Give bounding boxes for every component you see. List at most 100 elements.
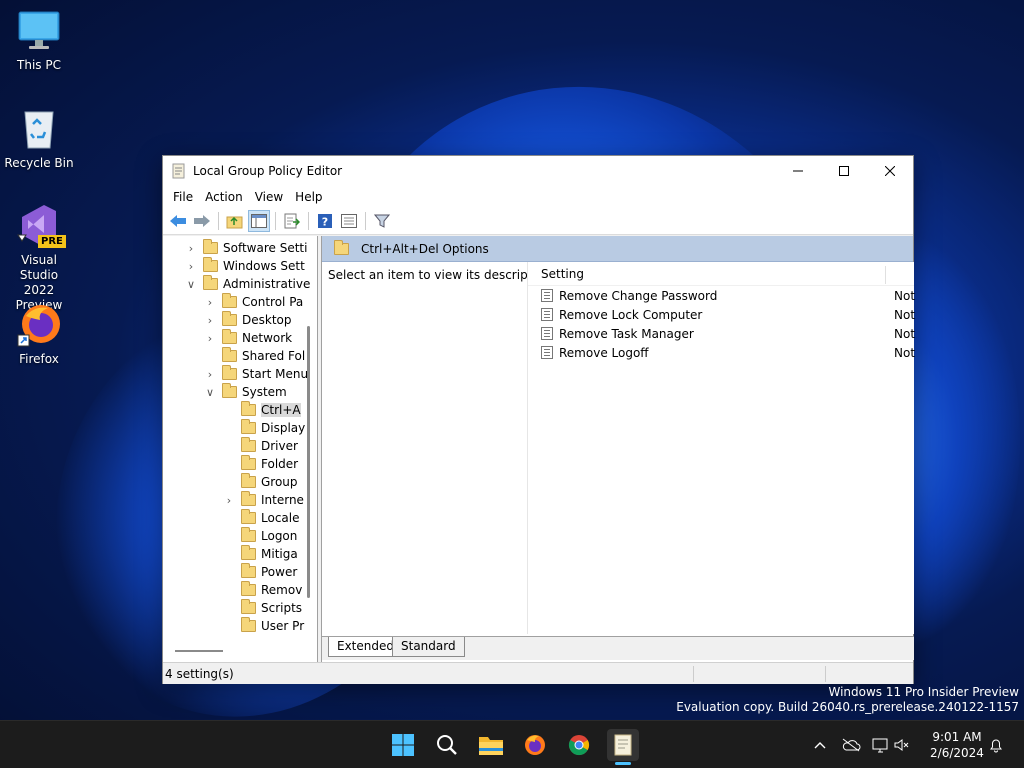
desktop-icon-this-pc[interactable]: This PC <box>1 8 77 73</box>
tree-item-label: Administrative <box>223 277 311 291</box>
toolbar-separator <box>275 212 276 230</box>
title-bar[interactable]: Local Group Policy Editor <box>163 156 913 186</box>
show-hide-console-tree-button[interactable] <box>248 210 270 232</box>
menu-view[interactable]: View <box>249 190 289 204</box>
desktop-icon-recycle-bin[interactable]: Recycle Bin <box>1 106 77 171</box>
desktop-icon-firefox[interactable]: Firefox <box>1 302 77 367</box>
file-explorer-button[interactable] <box>475 729 507 761</box>
tree-item[interactable]: Locale <box>163 509 317 527</box>
setting-row[interactable]: Remove Lock Computer Not <box>528 305 916 324</box>
chrome-taskbar-button[interactable] <box>563 729 595 761</box>
recycle-bin-icon <box>16 106 62 152</box>
tree-item[interactable]: Logon <box>163 527 317 545</box>
window-title: Local Group Policy Editor <box>193 164 343 178</box>
forward-button[interactable] <box>191 210 213 232</box>
close-button[interactable] <box>867 156 913 186</box>
chevron-right-icon[interactable]: › <box>204 311 216 329</box>
folder-icon <box>241 563 256 578</box>
svg-text:?: ? <box>322 216 328 229</box>
policy-setting-icon <box>541 327 553 340</box>
tree-item-label: Windows Sett <box>223 259 305 273</box>
chevron-right-icon[interactable]: › <box>185 239 197 257</box>
chevron-down-icon[interactable]: ∨ <box>185 275 197 293</box>
maximize-button[interactable] <box>821 156 867 186</box>
tree-item[interactable]: Driver <box>163 437 317 455</box>
tree-item[interactable]: User Pr <box>163 617 317 635</box>
notifications-button[interactable] <box>988 737 1004 756</box>
properties-view-button[interactable] <box>338 210 360 232</box>
desktop-icon-visual-studio[interactable]: PRE Visual Studio 2022 Preview <box>1 203 77 313</box>
chevron-right-icon[interactable]: › <box>204 365 216 383</box>
menu-action[interactable]: Action <box>199 190 249 204</box>
tree-item[interactable]: Ctrl+A <box>163 401 317 419</box>
tree-item[interactable]: › Control Pa <box>163 293 317 311</box>
export-list-button[interactable] <box>281 210 303 232</box>
tree-item[interactable]: ∨ System <box>163 383 317 401</box>
setting-row[interactable]: Remove Task Manager Not <box>528 324 915 343</box>
gpedit-taskbar-button[interactable] <box>607 729 639 761</box>
setting-row[interactable]: Remove Change Password Not <box>528 286 915 305</box>
setting-name: Remove Task Manager <box>559 326 694 341</box>
back-button[interactable] <box>167 210 189 232</box>
tree-item-label: Power <box>261 565 298 579</box>
setting-row[interactable]: Remove Logoff Not <box>528 343 915 362</box>
tree-item[interactable]: › Interne <box>163 491 317 509</box>
onedrive-tray-button[interactable] <box>840 738 862 752</box>
tree-item[interactable]: Mitiga <box>163 545 317 563</box>
column-divider[interactable] <box>885 266 886 284</box>
help-button[interactable]: ? <box>314 210 336 232</box>
folder-icon <box>203 275 218 290</box>
tree-item-label: Software Setti <box>223 241 308 255</box>
chevron-down-icon[interactable]: ∨ <box>204 383 216 401</box>
tree-item[interactable]: Power <box>163 563 317 581</box>
tree-item[interactable]: Remov <box>163 581 317 599</box>
minimize-button[interactable] <box>775 156 821 186</box>
back-arrow-icon <box>170 215 186 227</box>
network-tray-button[interactable] <box>870 737 892 753</box>
setting-name: Remove Lock Computer <box>559 307 703 322</box>
start-button[interactable] <box>387 729 419 761</box>
clock[interactable]: 9:01 AM 2/6/2024 <box>928 729 986 761</box>
tree-item[interactable]: › Network <box>163 329 317 347</box>
tree-item[interactable]: › Start Menu <box>163 365 317 383</box>
tree-horizontal-scrollbar[interactable] <box>175 650 223 652</box>
tree-item[interactable]: › Software Setti <box>163 239 317 257</box>
tab-standard[interactable]: Standard <box>392 637 465 657</box>
tree-item[interactable]: Folder <box>163 455 317 473</box>
toolbar-separator <box>218 212 219 230</box>
tree-item-label: Locale <box>261 511 300 525</box>
tree-item-label: Control Pa <box>242 295 304 309</box>
menu-help[interactable]: Help <box>289 190 328 204</box>
setting-state: Not <box>894 307 916 322</box>
chevron-right-icon[interactable]: › <box>185 257 197 275</box>
tree-vertical-scrollbar[interactable] <box>307 326 310 598</box>
column-header-setting[interactable]: Setting <box>528 262 914 286</box>
console-tree[interactable]: › Software Setti › Windows Sett ∨ Administrat… <box>163 236 318 662</box>
toolbar: ? <box>163 208 913 235</box>
chevron-right-icon[interactable]: › <box>204 329 216 347</box>
show-hidden-icons-button[interactable] <box>812 741 828 749</box>
tree-item-label: System <box>242 385 287 399</box>
tree-item-label: Network <box>242 331 293 345</box>
chevron-right-icon[interactable]: › <box>223 491 235 509</box>
search-button[interactable] <box>431 729 463 761</box>
tree-item[interactable]: › Desktop <box>163 311 317 329</box>
folder-icon <box>241 545 256 560</box>
tree-item[interactable]: ∨ Administrative <box>163 275 317 293</box>
tree-item[interactable]: Display <box>163 419 317 437</box>
tree-item[interactable]: › Windows Sett <box>163 257 317 275</box>
volume-tray-button[interactable] <box>892 737 910 753</box>
chevron-right-icon[interactable]: › <box>204 293 216 311</box>
menu-file[interactable]: File <box>167 190 199 204</box>
tree-item[interactable]: Group <box>163 473 317 491</box>
filter-button[interactable] <box>371 210 393 232</box>
tree-item-label: User Pr <box>261 619 305 633</box>
tree-item[interactable]: Shared Fol <box>163 347 317 365</box>
tree-item[interactable]: Scripts <box>163 599 317 617</box>
up-one-level-button[interactable] <box>224 210 246 232</box>
gpedit-app-icon <box>614 734 632 756</box>
firefox-taskbar-button[interactable] <box>519 729 551 761</box>
export-list-icon <box>284 213 300 229</box>
